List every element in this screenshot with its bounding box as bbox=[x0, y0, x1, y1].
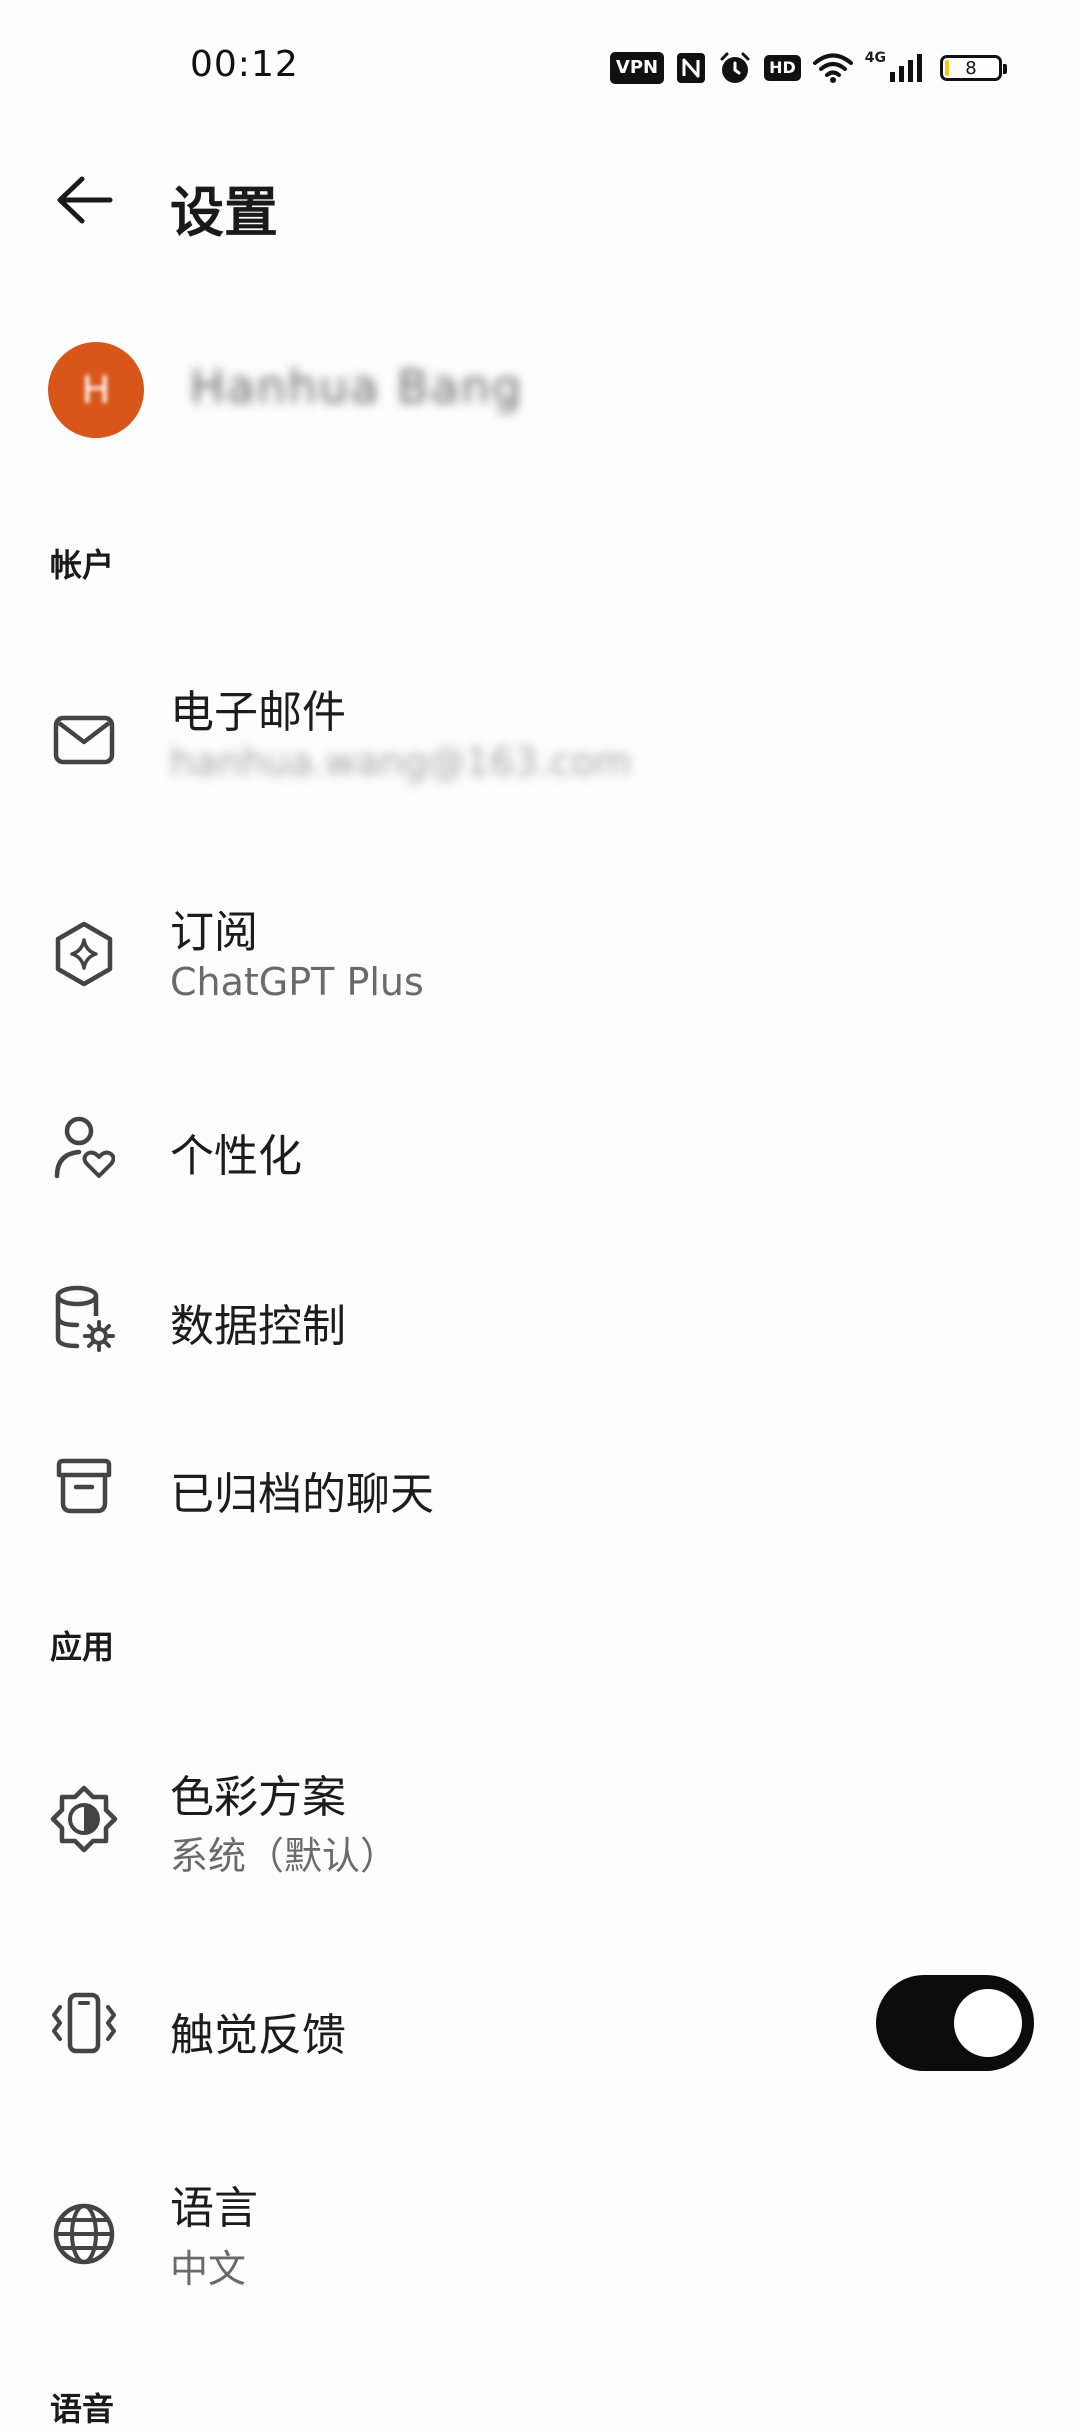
haptic-feedback-toggle[interactable] bbox=[876, 1975, 1034, 2071]
setting-haptic-feedback-title: 触觉反馈 bbox=[170, 2010, 346, 2061]
personalization-icon bbox=[46, 1110, 122, 1186]
setting-color-scheme-title: 色彩方案 bbox=[170, 1772, 346, 1823]
setting-haptic-feedback[interactable]: 触觉反馈 bbox=[0, 1975, 1080, 2071]
wifi-icon bbox=[812, 52, 853, 84]
haptic-vibrate-icon bbox=[46, 1985, 122, 2061]
setting-archived-chats-title: 已归档的聊天 bbox=[170, 1469, 434, 1520]
battery-icon: 8 bbox=[940, 55, 1007, 81]
setting-email-value: hanhua.wang@163.com bbox=[170, 740, 632, 784]
setting-email-title: 电子邮件 bbox=[170, 687, 346, 738]
profile-row[interactable]: H Hanhua Bang bbox=[0, 330, 1080, 450]
setting-data-controls[interactable]: 数据控制 bbox=[0, 1280, 1080, 1360]
cellular-signal-icon bbox=[888, 52, 924, 84]
back-button[interactable] bbox=[48, 168, 120, 232]
section-header-app: 应用 bbox=[50, 1628, 115, 1666]
page-title: 设置 bbox=[170, 181, 278, 244]
battery-fill bbox=[945, 60, 949, 76]
avatar: H bbox=[48, 342, 144, 438]
vpn-icon: VPN bbox=[609, 52, 665, 84]
alarm-icon bbox=[718, 51, 752, 85]
setting-language[interactable]: 语言 中文 bbox=[0, 2168, 1080, 2298]
app-bar: 设置 bbox=[0, 140, 1080, 260]
setting-language-title: 语言 bbox=[170, 2183, 258, 2234]
status-icons: VPN HD 4G 8 bbox=[609, 46, 1007, 90]
setting-color-scheme[interactable]: 色彩方案 系统（默认） bbox=[0, 1755, 1080, 1885]
setting-data-controls-title: 数据控制 bbox=[170, 1301, 346, 1352]
setting-email[interactable]: 电子邮件 hanhua.wang@163.com bbox=[0, 670, 1080, 800]
setting-subscription-value: ChatGPT Plus bbox=[170, 960, 424, 1004]
hd-icon: HD bbox=[764, 55, 801, 81]
arrow-left-icon bbox=[57, 176, 113, 224]
status-bar: 00:12 VPN HD 4G 8 bbox=[0, 0, 1080, 136]
subscription-sparkle-icon bbox=[46, 916, 122, 992]
setting-language-value: 中文 bbox=[170, 2247, 247, 2291]
setting-archived-chats[interactable]: 已归档的聊天 bbox=[0, 1448, 1080, 1528]
data-control-icon bbox=[46, 1280, 122, 1356]
archive-icon bbox=[46, 1448, 122, 1524]
setting-color-scheme-value: 系统（默认） bbox=[170, 1834, 399, 1878]
nfc-icon bbox=[676, 52, 706, 84]
avatar-initial: H bbox=[81, 368, 111, 412]
section-header-account: 帐户 bbox=[50, 546, 115, 584]
section-header-voice: 语音 bbox=[50, 2390, 115, 2428]
mail-icon bbox=[46, 702, 122, 778]
status-time: 00:12 bbox=[190, 44, 299, 85]
network-type-label: 4G bbox=[864, 50, 886, 66]
setting-subscription-title: 订阅 bbox=[170, 907, 258, 958]
profile-name: Hanhua Bang bbox=[190, 360, 524, 414]
globe-icon bbox=[46, 2196, 122, 2272]
setting-subscription[interactable]: 订阅 ChatGPT Plus bbox=[0, 890, 1080, 1020]
setting-personalization-title: 个性化 bbox=[170, 1131, 302, 1182]
toggle-knob bbox=[954, 1989, 1022, 2057]
setting-personalization[interactable]: 个性化 bbox=[0, 1110, 1080, 1190]
battery-level: 8 bbox=[965, 57, 977, 79]
color-scheme-icon bbox=[46, 1781, 122, 1857]
